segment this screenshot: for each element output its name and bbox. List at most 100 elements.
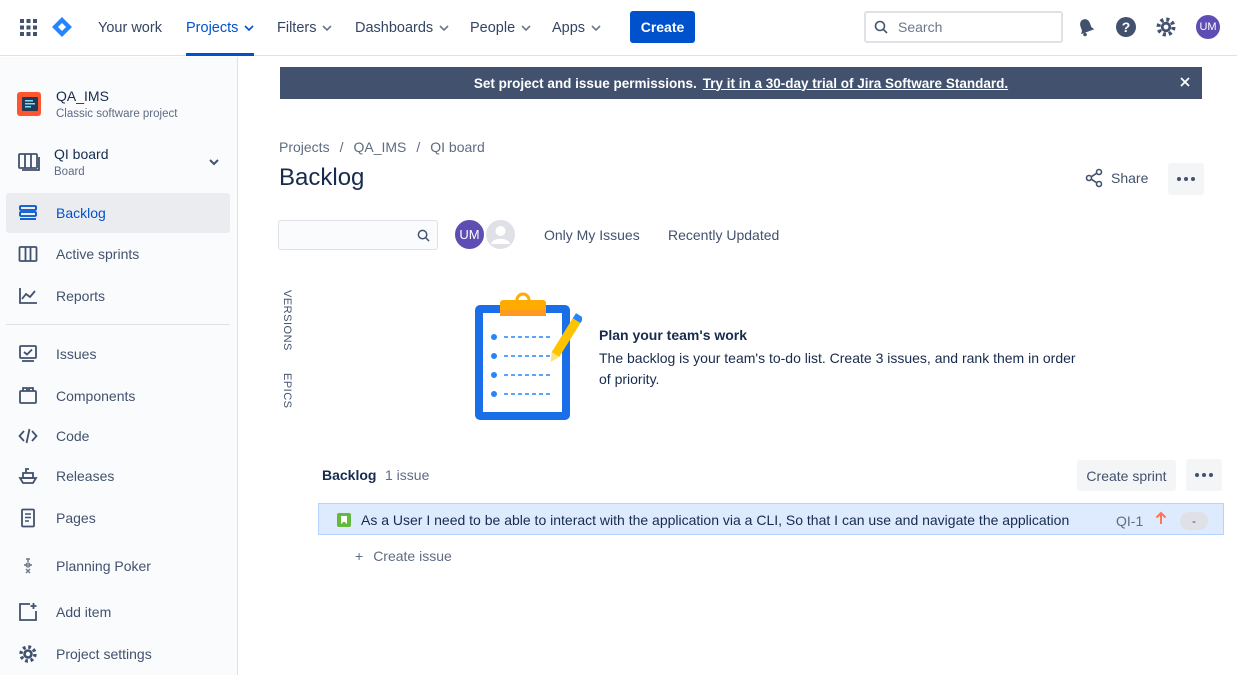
top-navigation-bar: Your work Projects Filters Dashboards Pe… — [0, 0, 1237, 56]
sidebar-item-code[interactable]: Code — [6, 416, 230, 456]
story-issue-type-icon — [337, 513, 351, 527]
backlog-issue-count: 1 issue — [385, 467, 430, 483]
notifications-icon[interactable] — [1076, 17, 1096, 37]
quick-filter-recently-updated[interactable]: Recently Updated — [668, 227, 779, 243]
user-placeholder-icon — [484, 218, 517, 251]
epics-tab[interactable]: EPICS — [281, 373, 293, 409]
jira-logo-icon[interactable] — [51, 16, 73, 38]
nav-your-work[interactable]: Your work — [98, 0, 162, 56]
trial-banner: Set project and issue permissions. Try i… — [280, 67, 1202, 99]
ship-icon — [18, 468, 38, 484]
sidebar-item-project-settings[interactable]: Project settings — [6, 634, 230, 674]
share-button[interactable]: Share — [1084, 168, 1148, 188]
chevron-down-icon — [244, 25, 254, 32]
code-icon — [18, 428, 38, 444]
svg-text:?: ? — [1122, 19, 1131, 35]
sidebar-divider — [6, 324, 230, 325]
sidebar-item-issues[interactable]: Issues — [6, 334, 230, 374]
empty-state-title: Plan your team's work — [599, 327, 748, 343]
sidebar-item-planning-poker[interactable]: Planning Poker — [6, 546, 230, 586]
chevron-down-icon — [439, 25, 449, 32]
sidebar-item-active-sprints[interactable]: Active sprints — [6, 234, 230, 274]
versions-tab[interactable]: VERSIONS — [281, 290, 293, 351]
filter-user-avatar[interactable]: UM — [453, 218, 486, 251]
sidebar-item-reports[interactable]: Reports — [6, 276, 230, 316]
chevron-down-icon — [209, 159, 219, 166]
sidebar-item-components[interactable]: Components — [6, 376, 230, 416]
unassigned-avatar[interactable] — [484, 218, 517, 251]
breadcrumb-separator: / — [339, 139, 344, 155]
sidebar-item-label: Project settings — [56, 646, 152, 662]
board-icon — [18, 153, 40, 171]
columns-icon — [18, 246, 38, 262]
breadcrumb-board[interactable]: QI board — [430, 139, 484, 155]
sidebar-item-label: Planning Poker — [56, 558, 151, 574]
breadcrumb-project[interactable]: QA_IMS — [353, 139, 406, 155]
quick-filter-only-my-issues[interactable]: Only My Issues — [544, 227, 640, 243]
page-more-actions-button[interactable] — [1168, 163, 1204, 195]
create-issue-label: Create issue — [373, 548, 452, 564]
create-button[interactable]: Create — [630, 11, 695, 43]
nav-people[interactable]: People — [470, 0, 531, 56]
issues-icon — [19, 345, 37, 362]
close-icon[interactable] — [1178, 75, 1192, 89]
priority-arrow-up-icon — [1155, 511, 1167, 524]
project-name[interactable]: QA_IMS — [56, 88, 109, 104]
board-switcher[interactable]: QI board Board — [6, 142, 230, 186]
page-icon — [21, 508, 35, 528]
search-input[interactable]: Search — [864, 11, 1063, 43]
sidebar-item-label: Releases — [56, 468, 115, 484]
chevron-down-icon — [521, 25, 531, 32]
settings-gear-icon[interactable] — [1155, 16, 1177, 38]
plus-icon: + — [355, 548, 364, 564]
clipboard-illustration-icon — [472, 292, 584, 422]
nav-label: Apps — [552, 20, 586, 36]
sidebar-item-pages[interactable]: Pages — [6, 498, 230, 538]
sidebar-item-label: Pages — [56, 510, 96, 526]
help-icon[interactable]: ? — [1115, 16, 1137, 38]
nav-dashboards[interactable]: Dashboards — [355, 0, 449, 56]
sidebar-item-add-item[interactable]: Add item — [6, 592, 230, 632]
project-sidebar: QA_IMS Classic software project QI board… — [0, 57, 238, 675]
chart-line-icon — [19, 288, 37, 304]
sidebar-item-label: Issues — [56, 346, 97, 362]
banner-trial-link[interactable]: Try it in a 30-day trial of Jira Softwar… — [703, 76, 1008, 91]
search-placeholder: Search — [898, 19, 943, 35]
create-sprint-button[interactable]: Create sprint — [1077, 460, 1176, 491]
sidebar-item-label: Backlog — [56, 205, 106, 221]
nav-label: Your work — [98, 20, 162, 36]
story-points-badge[interactable]: - — [1180, 512, 1208, 530]
nav-apps[interactable]: Apps — [552, 0, 601, 56]
nav-filters[interactable]: Filters — [277, 0, 333, 56]
page-title: Backlog — [279, 164, 365, 191]
sidebar-item-label: Add item — [56, 604, 112, 620]
project-avatar-icon[interactable] — [17, 92, 41, 121]
backlog-icon — [19, 205, 37, 220]
chevron-down-icon — [322, 25, 333, 32]
project-type: Classic software project — [56, 108, 178, 120]
backlog-search-input[interactable] — [278, 220, 438, 250]
sidebar-item-label: Reports — [56, 288, 106, 304]
sidebar-item-releases[interactable]: Releases — [6, 456, 230, 496]
banner-text: Set project and issue permissions. — [473, 75, 697, 91]
backlog-more-actions-button[interactable] — [1186, 459, 1222, 491]
gear-icon — [19, 645, 37, 663]
issue-summary[interactable]: As a User I need to be able to interact … — [361, 512, 1069, 528]
add-item-icon — [19, 603, 37, 621]
table-row[interactable]: As a User I need to be able to interact … — [318, 503, 1224, 535]
sidebar-item-backlog[interactable]: Backlog — [6, 193, 230, 233]
nav-projects[interactable]: Projects — [186, 0, 255, 56]
nav-label: Dashboards — [355, 20, 434, 36]
breadcrumb-projects[interactable]: Projects — [279, 139, 330, 155]
more-dots-icon — [1195, 473, 1213, 477]
share-label: Share — [1111, 170, 1149, 186]
nav-label: Projects — [186, 20, 239, 36]
board-name: QI board — [54, 146, 109, 162]
poker-icon — [24, 558, 32, 574]
user-avatar[interactable]: UM — [1196, 15, 1220, 39]
more-dots-icon — [1177, 177, 1195, 181]
issue-key[interactable]: QI-1 — [1116, 513, 1143, 529]
create-issue-button[interactable]: + Create issue — [355, 548, 452, 564]
sidebar-item-label: Code — [56, 428, 90, 444]
app-switcher-icon[interactable] — [20, 19, 37, 36]
